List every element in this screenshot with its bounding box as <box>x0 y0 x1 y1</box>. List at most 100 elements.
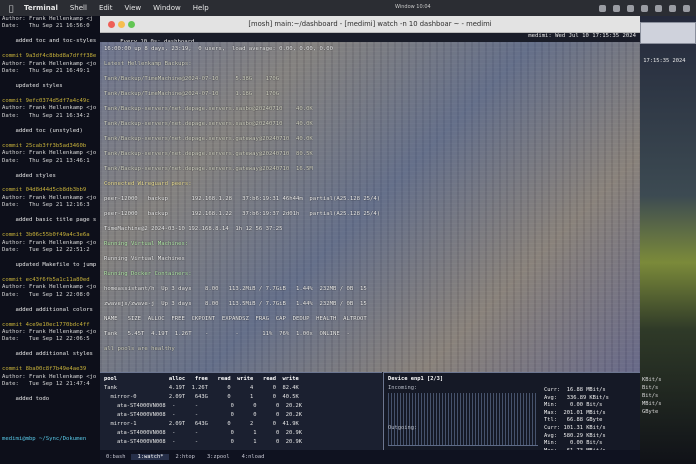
desktop:  Terminal Shell Edit View Window Help W… <box>0 0 696 464</box>
git-log-blank <box>0 31 100 38</box>
right-background-panel: 17:15:35 2024 KBit/s Bit/s Bit/s MBit/s GByt… <box>640 16 696 464</box>
git-log-author: Author: Frank Hellenkamp <jo <box>2 60 97 67</box>
menu-window[interactable]: Window <box>153 4 181 12</box>
bandwidth-pane[interactable]: Device enp1 [2/3] Incoming: Curr: 16.88 … <box>383 372 640 451</box>
git-log-msg: added basic title page s <box>2 217 97 224</box>
tmux-tab[interactable]: 2:htop <box>169 454 200 460</box>
dashboard-output: 16:00:00 up 8 days, 23:19, 0 users, load… <box>100 42 640 372</box>
floating-window-label: Window 10:04 <box>395 4 431 10</box>
dashboard-line: zwavejs/zwave-j Up 3 days 8.00 113.5MiB … <box>104 301 367 307</box>
git-log-blank <box>0 344 100 351</box>
git-log-msg: added additional styles <box>2 351 93 358</box>
git-log-blank <box>0 314 100 321</box>
zpool-row: mirror-0 2.09T 643G 0 1 0 40.5K <box>104 394 299 400</box>
git-log-terminal[interactable]: Author: Frank Hellenkamp <j Date: Thu Sep… <box>0 16 100 464</box>
status-icon[interactable] <box>599 4 606 12</box>
git-log-blank <box>0 46 100 53</box>
watch-terminal-window[interactable]: [mosh] main:~/dashboard - [medimi] watch… <box>100 16 640 464</box>
window-title: [mosh] main:~/dashboard - [medimi] watch… <box>248 20 492 28</box>
menu-app-terminal[interactable]: Terminal <box>24 4 58 12</box>
right-clock: 17:15:35 2024 <box>640 58 686 64</box>
git-log-commit: commit ec43f6fb5a1c11a80ed <box>2 276 90 283</box>
git-log-lines: Author: Frank Hellenkamp <j Date: Thu Sep… <box>0 16 100 404</box>
tmux-tabs: 0:bash 1:watch* 2:htop 3:zpool 4:nload <box>100 454 270 460</box>
git-log-author: Author: Frank Hellenkamp <jo <box>2 329 97 336</box>
zpool-row: ata-ST4000VN008 - - 0 1 0 20.9K <box>104 439 302 445</box>
zpool-header: pool alloc free read write read write <box>104 376 299 382</box>
dashboard-line: all pools are healthy <box>104 346 175 352</box>
tmux-tab[interactable]: 1:watch* <box>131 454 170 460</box>
dashboard-line: Tank/Backup/TimeMachine@2024-07-10 1.18G… <box>104 91 280 97</box>
dashboard-line: Latest Hellenkamp Backups: <box>104 61 192 67</box>
git-log-date: Date: Tue Sep 12 21:47:4 <box>2 381 90 388</box>
dashboard-line: Tank 5.45T 4.19T 1.26T - - 11% 76% 1.00x… <box>104 331 350 337</box>
git-log-author: Author: Frank Hellenkamp <jo <box>2 105 97 112</box>
git-log-blank <box>0 135 100 142</box>
menu-shell[interactable]: Shell <box>70 4 87 12</box>
git-log-blank <box>0 180 100 187</box>
watch-header: Every 10.0s: dashboard medimi: Wed Jul 1… <box>100 33 640 45</box>
bw-outgoing-stat: Curr: 101.31 KBit/s <box>544 424 606 431</box>
dashboard-line: Tank/Backup-servers/net.depage.servers.s… <box>104 121 313 127</box>
git-log-blank <box>0 91 100 98</box>
dashboard-line: peer-12000 backup 192.168.1.22 37:b6:19:… <box>104 211 381 217</box>
git-log-commit: commit 4ce9e10ec1770bdc4ff <box>2 321 90 328</box>
battery-icon[interactable] <box>655 4 662 12</box>
shell-prompt: medimi@mbp ~/Sync/Dokumen <box>2 436 87 442</box>
git-log-date: Date: Tue Sep 12 22:08:0 <box>2 291 90 298</box>
git-log-author: Author: Frank Hellenkamp <j <box>2 16 93 22</box>
git-log-date: Date: Thu Sep 21 13:46:1 <box>2 157 90 164</box>
dashboard-line: 16:00:00 up 8 days, 23:19, 0 users, load… <box>104 46 334 52</box>
git-log-msg: added toc and toc-styles <box>2 38 97 45</box>
menu-view[interactable]: View <box>125 4 142 12</box>
status-icon[interactable] <box>627 4 634 12</box>
watch-host-time: medimi: Wed Jul 10 17:15:35 2024 <box>528 33 636 39</box>
status-icon[interactable] <box>613 4 620 12</box>
dashboard-line: NAME SIZE ALLOC FREE CKPOINT EXPANDSZ FR… <box>104 316 367 322</box>
dashboard-line: Tank/Backup-servers/net.depage.servers.g… <box>104 166 313 172</box>
tmux-tab[interactable]: 0:bash <box>100 454 131 460</box>
window-titlebar[interactable]: [mosh] main:~/dashboard - [medimi] watch… <box>100 16 640 33</box>
dashboard-line: Tank/Backup-servers/net.depage.servers.s… <box>104 106 313 112</box>
dashboard-line: TimeMachine@2 2024-03-10 192.168.8.14 1h… <box>104 226 283 232</box>
git-log-author: Author: Frank Hellenkamp <jo <box>2 150 97 157</box>
git-log-date: Date: Thu Sep 21 16:56:0 <box>2 23 90 30</box>
bw-incoming-stats: Curr: 16.88 MBit/s Avg: 336.89 KBit/s Min:… <box>544 387 639 451</box>
git-log-blank <box>0 255 100 262</box>
git-log-date: Date: Thu Sep 21 12:16:3 <box>2 202 90 209</box>
search-icon[interactable] <box>669 4 676 12</box>
apple-icon[interactable]:  <box>6 4 16 13</box>
tmux-tab-strip: 0:bash 1:watch* 2:htop 3:zpool 4:nload <box>100 450 640 464</box>
zpool-iostat-pane[interactable]: pool alloc free read write read write Ta… <box>100 372 382 451</box>
git-log-date: Date: Tue Sep 12 22:51:2 <box>2 247 90 254</box>
dashboard-line: peer-12000 backup 192.168.1.28 37:b6:19:… <box>104 196 381 202</box>
git-log-commit: commit 04d8d44d5cb8db3bb9 <box>2 187 87 194</box>
bw-incoming-stat: Ttl: 66.88 GByte <box>544 417 603 424</box>
bw-device-header: Device enp1 [2/3] <box>388 376 444 382</box>
right-unit-label: KBit/s <box>642 377 662 383</box>
dashboard-line: Connected Wireguard peers: <box>104 181 192 187</box>
git-log-date: Date: Thu Sep 21 16:49:1 <box>2 68 90 75</box>
window-thumbnail[interactable] <box>640 22 696 44</box>
tmux-tab[interactable]: 4:nload <box>236 454 271 460</box>
git-log-msg: added styles <box>2 172 56 179</box>
menu-help[interactable]: Help <box>193 4 209 12</box>
git-log-blank <box>0 120 100 127</box>
git-log-blank <box>0 165 100 172</box>
tmux-tab[interactable]: 3:zpool <box>201 454 236 460</box>
status-area <box>592 4 690 12</box>
bw-incoming-label: Incoming: <box>388 385 418 391</box>
git-log-date: Date: Tue Sep 12 22:06:5 <box>2 336 90 343</box>
git-log-blank <box>0 359 100 366</box>
git-log-blank <box>0 269 100 276</box>
dashboard-line: Running Virtual Machines <box>104 256 185 262</box>
zpool-row: ata-ST4000VN008 - - 0 0 0 20.2K <box>104 412 302 418</box>
wifi-icon[interactable] <box>641 4 648 12</box>
control-center-icon[interactable] <box>683 4 690 12</box>
git-log-blank <box>0 210 100 217</box>
menu-edit[interactable]: Edit <box>99 4 113 12</box>
git-log-msg: added toc (unstyled) <box>2 127 83 134</box>
git-log-commit: commit 9a3df4c8bbd8a7dfff38e <box>2 53 97 60</box>
git-log-blank <box>0 389 100 396</box>
git-log-author: Author: Frank Hellenkamp <jo <box>2 239 97 246</box>
